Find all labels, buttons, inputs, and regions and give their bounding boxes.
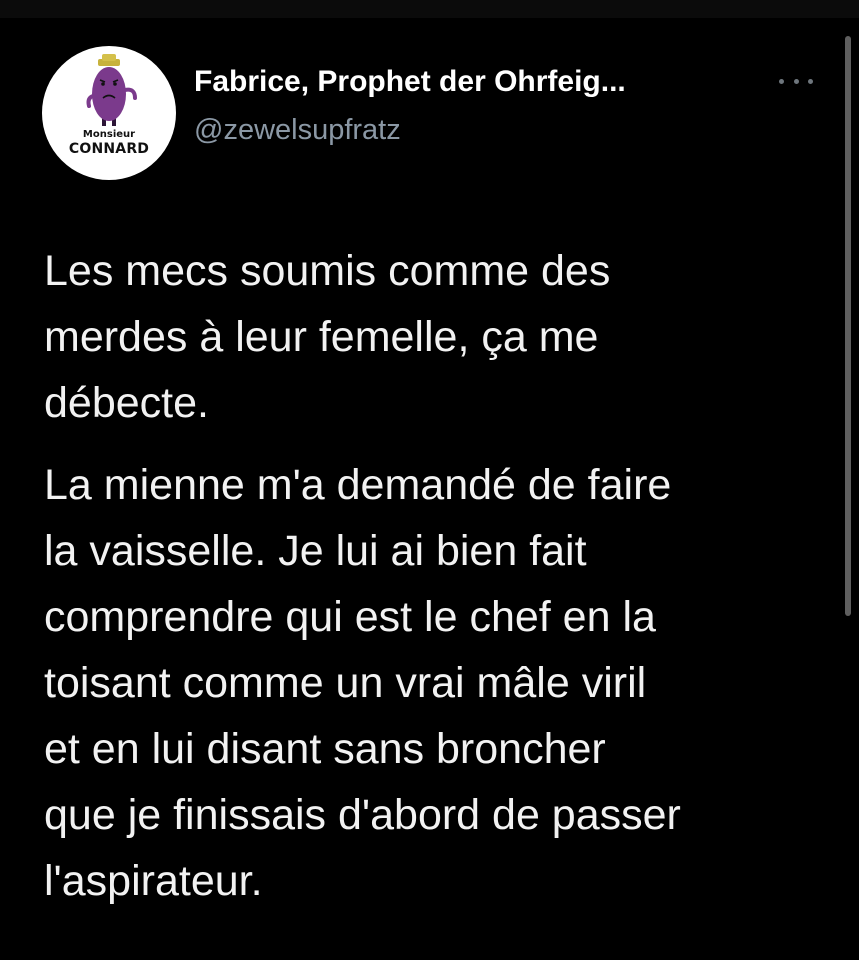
more-horizontal-icon-dot — [793, 78, 799, 84]
more-horizontal-icon-dot — [808, 78, 813, 84]
tweet-paragraph: Les mecs soumis comme des merdes à leur … — [44, 247, 611, 427]
tweet-paragraph: La mienne m'a demandé de faire la vaisse… — [44, 461, 681, 905]
author-display-name[interactable]: Fabrice, Prophet der Ohrfeig... — [194, 67, 626, 97]
avatar-caption-small: Monsieur — [82, 129, 136, 140]
author-handle[interactable]: @zewelsupfratz — [194, 116, 401, 145]
avatar[interactable]: Monsieur CONNARD — [42, 46, 176, 180]
monsieur-connard-character-icon — [86, 54, 137, 126]
tweet: Monsieur CONNARD Fabrice, Prophet der Oh… — [0, 0, 859, 960]
more-horizontal-icon — [779, 78, 784, 84]
tweet-text: Les mecs soumis comme des merdes à leur … — [44, 238, 834, 914]
more-options-button[interactable] — [779, 66, 813, 96]
scrollbar[interactable] — [845, 36, 851, 616]
avatar-caption-big: CONNARD — [68, 141, 150, 157]
